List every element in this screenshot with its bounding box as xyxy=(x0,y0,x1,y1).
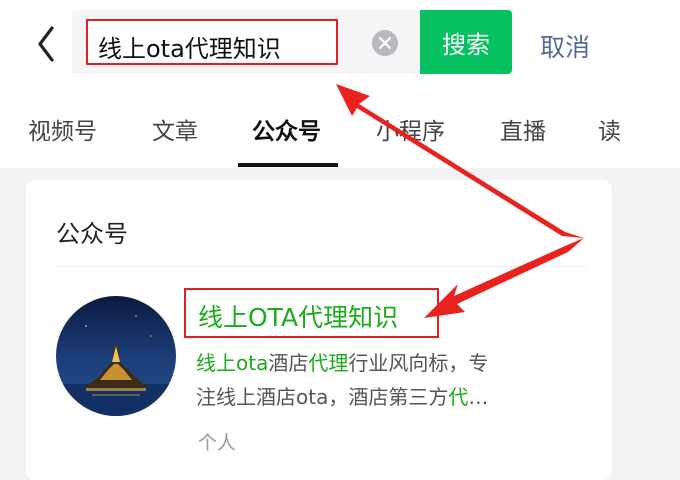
desc-text: 酒店 xyxy=(268,351,309,375)
desc-text: 注线上酒店ota，酒店第三方 xyxy=(196,385,449,409)
search-box[interactable]: 线上ota代理知识 xyxy=(72,10,420,74)
search-query-text: 线上ota代理知识 xyxy=(98,35,281,63)
desc-highlight: 代理 xyxy=(308,351,349,375)
tab-articles[interactable]: 文章 xyxy=(152,112,198,146)
tab-video[interactable]: 视频号 xyxy=(28,112,97,146)
back-button[interactable] xyxy=(30,22,64,66)
section-divider xyxy=(56,266,586,267)
clear-button[interactable] xyxy=(372,30,398,56)
desc-highlight: 线上ota xyxy=(196,351,269,375)
tab-reading[interactable]: 读 xyxy=(598,112,621,146)
tab-mini-programs[interactable]: 小程序 xyxy=(376,112,445,146)
search-button[interactable]: 搜索 xyxy=(420,10,512,74)
desc-text: … xyxy=(468,385,489,409)
account-description: 线上ota酒店代理行业风向标，专 注线上酒店ota，酒店第三方代… xyxy=(196,346,586,414)
cancel-button[interactable]: 取消 xyxy=(540,28,590,64)
account-avatar xyxy=(56,296,176,416)
tab-live[interactable]: 直播 xyxy=(500,112,546,146)
clear-circle-icon xyxy=(379,37,391,49)
desc-text: 行业风向标，专 xyxy=(348,351,489,375)
account-name-highlight: 线上OTA代理知识 xyxy=(184,288,439,338)
search-input[interactable]: 线上ota代理知识 xyxy=(86,19,338,65)
account-type: 个人 xyxy=(198,432,237,454)
account-name[interactable]: 线上OTA代理知识 xyxy=(198,298,398,334)
active-tab-indicator xyxy=(238,163,338,167)
desc-highlight: 代 xyxy=(448,385,469,409)
tab-official-accounts[interactable]: 公众号 xyxy=(252,112,321,146)
chevron-left-icon xyxy=(38,26,54,62)
section-title: 公众号 xyxy=(56,220,128,248)
